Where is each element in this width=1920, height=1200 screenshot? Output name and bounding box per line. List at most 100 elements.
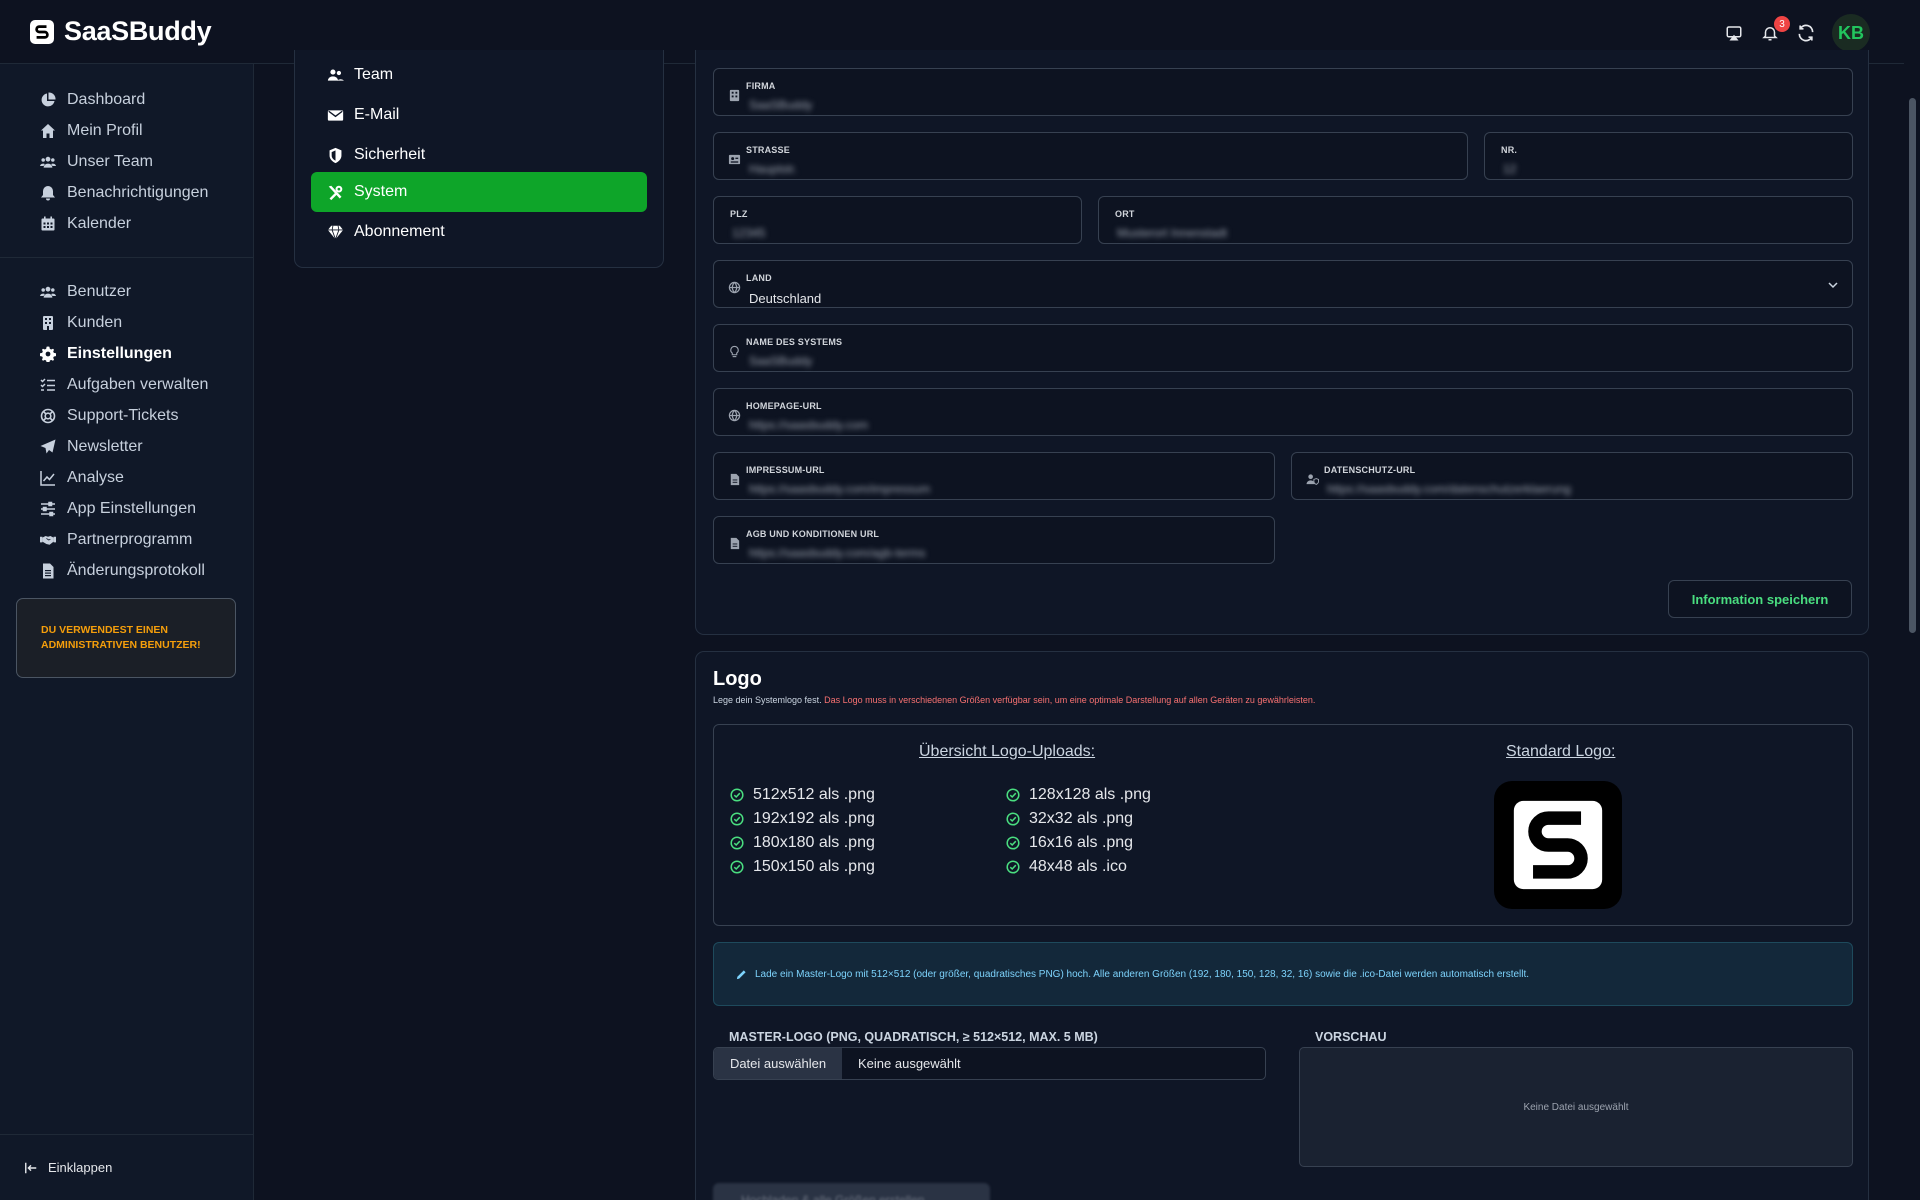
land-select[interactable]: LAND Deutschland bbox=[713, 260, 1853, 308]
logo-section-title: Logo bbox=[713, 668, 762, 690]
check-circle-icon bbox=[730, 812, 744, 826]
sidebar-item-label: Kunden bbox=[67, 313, 123, 331]
page-scrollbar[interactable] bbox=[1904, 0, 1920, 1200]
settings-tab-security[interactable]: Sicherheit bbox=[311, 135, 647, 175]
sidebar-item-benutzer[interactable]: Benutzer bbox=[0, 276, 253, 307]
sidebar-item-dashboard[interactable]: Dashboard bbox=[0, 84, 253, 115]
gear-icon bbox=[40, 346, 56, 362]
sidebar-item-newsletter[interactable]: Newsletter bbox=[0, 431, 253, 462]
cast-icon[interactable] bbox=[1724, 23, 1744, 43]
homepage-url-field[interactable]: HOMEPAGE-URL https://saasbuddy.com bbox=[713, 388, 1853, 436]
logo-info-text: Lade ein Master-Logo mit 512×512 (oder g… bbox=[755, 968, 1530, 980]
field-label: DATENSCHUTZ-URL bbox=[1324, 465, 1416, 475]
field-label: FIRMA bbox=[746, 81, 776, 91]
sidebar-item-änderungsprotokoll[interactable]: Änderungsprotokoll bbox=[0, 555, 253, 586]
settings-tab-label: Abonnement bbox=[354, 223, 445, 240]
settings-tab-system[interactable]: System bbox=[311, 172, 647, 212]
sidebar-item-kunden[interactable]: Kunden bbox=[0, 307, 253, 338]
sidebar-item-app-einstellungen[interactable]: App Einstellungen bbox=[0, 493, 253, 524]
ort-field[interactable]: ORT Musterort Innenstadt bbox=[1098, 196, 1853, 244]
sidebar-group-admin: Benutzer Kunden Einstellungen Aufgaben verw… bbox=[0, 258, 253, 598]
logo-size-item: 16x16 als .png bbox=[1006, 831, 1151, 855]
field-value: SaaSBuddy bbox=[749, 354, 813, 368]
field-label: NAME DES SYSTEMS bbox=[746, 337, 843, 347]
field-value: https://saasbuddy.com/impressum bbox=[749, 482, 931, 496]
lightbulb-icon bbox=[730, 345, 739, 358]
system-name-field[interactable]: NAME DES SYSTEMS SaaSBuddy bbox=[713, 324, 1853, 372]
datenschutz-url-field[interactable]: DATENSCHUTZ-URL https://saasbuddy.com/da… bbox=[1291, 452, 1853, 500]
sidebar-item-unser-team[interactable]: Unser Team bbox=[0, 146, 253, 177]
save-information-button[interactable]: Information speichern bbox=[1668, 580, 1852, 618]
nr-field[interactable]: NR. 12 bbox=[1484, 132, 1853, 180]
logo-overview-title: Übersicht Logo-Uploads: bbox=[919, 743, 1096, 760]
sidebar-item-einstellungen[interactable]: Einstellungen bbox=[0, 338, 253, 369]
sidebar-item-label: App Einstellungen bbox=[67, 499, 196, 517]
master-logo-file-input[interactable]: Datei auswählen Keine ausgewählt bbox=[713, 1047, 1266, 1080]
logo-card: Logo Lege dein Systemlogo fest. Das Logo… bbox=[695, 651, 1869, 1200]
sidebar-item-label: Aufgaben verwalten bbox=[67, 375, 209, 393]
preview-label: VORSCHAU bbox=[1315, 1030, 1387, 1044]
bell-icon-glyph bbox=[41, 185, 55, 200]
sidebar-item-label: Dashboard bbox=[67, 90, 146, 108]
file-status: Keine ausgewählt bbox=[858, 1056, 961, 1071]
logo-size-label: 150x150 als .png bbox=[753, 858, 875, 875]
sidebar-item-label: Support-Tickets bbox=[67, 406, 179, 424]
check-circle-icon bbox=[1006, 860, 1020, 874]
field-value: 12 bbox=[1503, 162, 1517, 176]
pie-chart-icon bbox=[40, 91, 56, 108]
bell-icon[interactable]: 3 bbox=[1760, 16, 1790, 43]
check-circle-icon bbox=[730, 836, 744, 850]
sidebar-item-kalender[interactable]: Kalender bbox=[0, 208, 253, 239]
sidebar-item-analyse[interactable]: Analyse bbox=[0, 462, 253, 493]
field-label: LAND bbox=[746, 273, 772, 283]
preview-empty-text: Keine Datei ausgewählt bbox=[1523, 1101, 1629, 1113]
file-icon-glyph bbox=[43, 563, 54, 578]
sidebar-item-aufgaben-verwalten[interactable]: Aufgaben verwalten bbox=[0, 369, 253, 400]
building-icon-glyph bbox=[43, 315, 53, 330]
generate-sizes-button[interactable]: Hochladen & alle Größen erstellen bbox=[713, 1183, 990, 1200]
agb-url-field[interactable]: AGB UND KONDITIONEN URL https://saasbudd… bbox=[713, 516, 1275, 564]
settings-tab-subscription[interactable]: Abonnement bbox=[311, 212, 647, 252]
sidebar-item-label: Kalender bbox=[67, 214, 132, 232]
brand[interactable]: SaaSBuddy bbox=[30, 16, 212, 47]
impressum-url-field[interactable]: IMPRESSUM-URL https://saasbuddy.com/impr… bbox=[713, 452, 1275, 500]
plz-field[interactable]: PLZ 12345 bbox=[713, 196, 1082, 244]
sidebar-item-support-tickets[interactable]: Support-Tickets bbox=[0, 400, 253, 431]
avatar[interactable]: KB bbox=[1832, 14, 1870, 52]
logo-size-item: 48x48 als .ico bbox=[1006, 855, 1151, 879]
sidebar-item-mein-profil[interactable]: Mein Profil bbox=[0, 115, 253, 146]
settings-tab-email[interactable]: E-Mail bbox=[311, 95, 647, 135]
handshake-icon-glyph bbox=[40, 535, 56, 545]
standard-logo-image bbox=[1494, 781, 1622, 909]
handshake-icon bbox=[40, 532, 56, 548]
logo-preview: Keine Datei ausgewählt bbox=[1299, 1047, 1853, 1167]
check-circle-icon bbox=[1006, 812, 1020, 826]
users-icon-glyph bbox=[40, 156, 56, 168]
field-value: Deutschland bbox=[749, 291, 822, 306]
line-chart-icon-glyph bbox=[40, 470, 55, 486]
firma-field[interactable]: FIRMA SaaSBuddy bbox=[713, 68, 1853, 116]
app-name: SaaSBuddy bbox=[64, 16, 212, 46]
logo-sizes-right: 128x128 als .png 32x32 als .png 16x16 als … bbox=[1006, 783, 1151, 879]
strasse-field[interactable]: STRASSE Hauptstr. bbox=[713, 132, 1468, 180]
chevron-down-icon bbox=[1828, 282, 1838, 289]
field-label: AGB UND KONDITIONEN URL bbox=[746, 529, 880, 539]
settings-tab-team[interactable]: Team bbox=[311, 55, 647, 95]
settings-tab-label: E-Mail bbox=[354, 106, 400, 123]
globe-icon bbox=[728, 281, 741, 294]
logo-size-label: 48x48 als .ico bbox=[1029, 858, 1127, 875]
file-icon bbox=[40, 563, 56, 579]
collapse-button[interactable]: Einklappen bbox=[0, 1134, 253, 1200]
logo-size-item: 192x192 als .png bbox=[730, 807, 875, 831]
paper-plane-icon bbox=[40, 439, 56, 455]
choose-file-button[interactable]: Datei auswählen bbox=[714, 1048, 842, 1079]
refresh-icon[interactable] bbox=[1796, 23, 1816, 43]
calendar-icon-glyph bbox=[41, 216, 55, 230]
sidebar-item-partnerprogramm[interactable]: Partnerprogramm bbox=[0, 524, 253, 555]
field-label: ORT bbox=[1115, 209, 1135, 219]
shield-icon bbox=[329, 147, 342, 163]
scrollbar-thumb[interactable] bbox=[1909, 98, 1916, 633]
lifebuoy-icon bbox=[40, 408, 56, 424]
sidebar-item-benachrichtigungen[interactable]: Benachrichtigungen bbox=[0, 177, 253, 208]
master-logo-label: MASTER-LOGO (PNG, QUADRATISCH, ≥ 512×512… bbox=[729, 1030, 1098, 1044]
